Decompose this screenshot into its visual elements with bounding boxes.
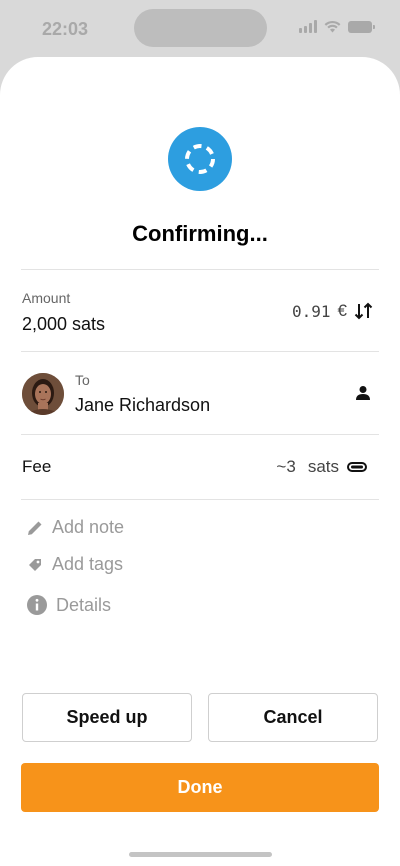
recipient-name: Jane Richardson (75, 395, 211, 415)
add-note-label: Add note (52, 517, 125, 537)
amount-value: 2,000 sats (22, 314, 106, 334)
payment-sheet: Confirming... Amount 2,000 sats 0.91 € T… (0, 57, 400, 866)
divider (21, 269, 379, 270)
fee-selector[interactable]: ~3 sats (276, 457, 367, 477)
info-icon (27, 595, 47, 615)
details-button[interactable]: Details (26, 594, 111, 616)
divider (21, 499, 379, 500)
divider (21, 434, 379, 435)
details-label: Details (56, 594, 112, 615)
pencil-icon (28, 521, 42, 535)
divider (21, 351, 379, 352)
dynamic-island (134, 9, 267, 47)
contact-icon[interactable] (355, 385, 371, 401)
fee-label: Fee (22, 457, 52, 476)
spinner-icon (168, 127, 232, 191)
amount-label: Amount (22, 290, 71, 306)
speed-up-button[interactable]: Speed up (22, 693, 192, 742)
wifi-icon (324, 20, 341, 33)
fiat-currency: € (337, 301, 347, 320)
add-note-button[interactable]: Add note (26, 517, 124, 538)
add-tags-button[interactable]: Add tags (26, 554, 123, 575)
status-title: Confirming... (132, 221, 268, 246)
battery-icon (348, 20, 375, 33)
recipient-label: To (75, 372, 90, 388)
add-tags-label: Add tags (52, 554, 124, 574)
fiat-value: 0.91 (292, 301, 331, 321)
done-button[interactable]: Done (21, 763, 379, 812)
signal-icon (299, 20, 317, 33)
avatar (22, 373, 64, 415)
fee-rate-icon (347, 462, 367, 472)
tag-icon (29, 558, 41, 571)
home-indicator (129, 852, 272, 857)
status-bar: 22:03 (0, 0, 400, 58)
fiat-toggle[interactable]: 0.91 € (292, 301, 374, 321)
status-time: 22:03 (42, 19, 89, 39)
status-icons (299, 20, 375, 33)
swap-arrows-icon (354, 302, 373, 320)
fee-amount: ~3 (276, 457, 296, 476)
fee-unit: sats (307, 457, 339, 476)
cancel-button[interactable]: Cancel (208, 693, 378, 742)
